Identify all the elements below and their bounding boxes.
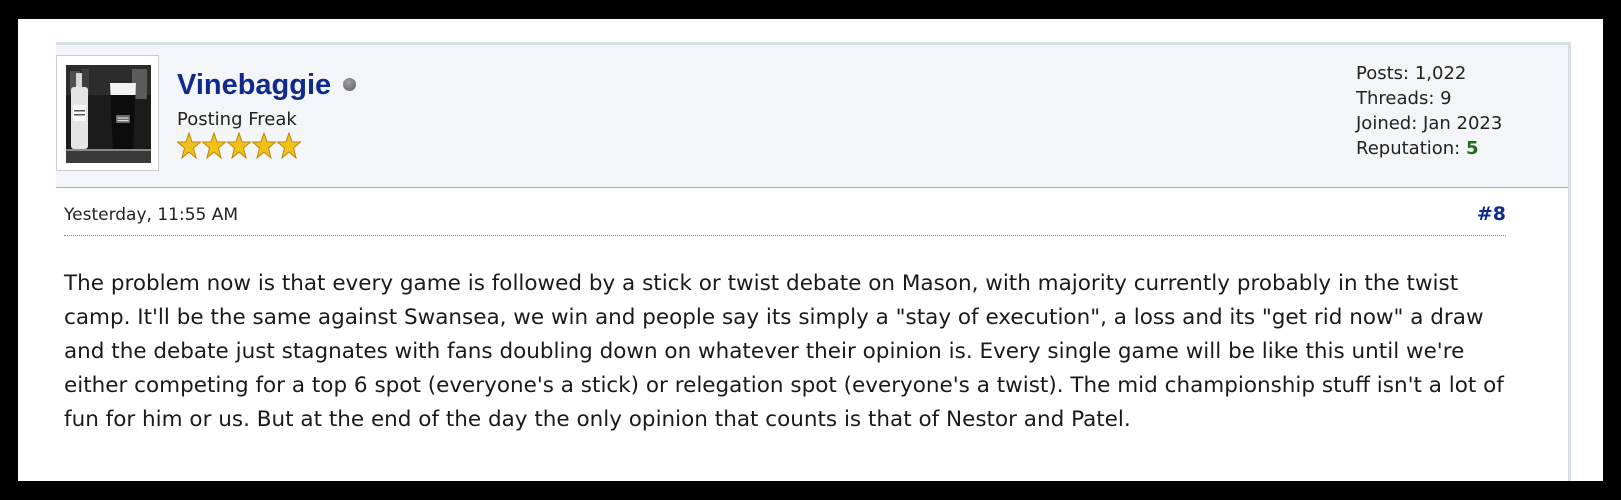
post-author-bar: Vinebaggie Posting Freak Posts: 1,022 Th… — [56, 45, 1568, 188]
author-stats: Posts: 1,022 Threads: 9 Joined: Jan 2023… — [1356, 61, 1502, 161]
user-title: Posting Freak — [177, 109, 297, 130]
star-icon — [177, 132, 201, 160]
stat-threads: Threads: 9 — [1356, 86, 1502, 111]
avatar-frame[interactable] — [56, 55, 159, 171]
user-rank-stars — [177, 132, 301, 162]
stat-posts-value: 1,022 — [1414, 63, 1467, 84]
offline-status-icon — [343, 78, 356, 91]
post-number-link[interactable]: #8 — [1477, 203, 1506, 225]
star-icon — [252, 132, 276, 160]
star-icon — [277, 132, 301, 160]
stat-reputation-label: Reputation: — [1356, 138, 1461, 159]
screenshot-frame: Vinebaggie Posting Freak Posts: 1,022 Th… — [18, 19, 1603, 481]
post-meta-row: Yesterday, 11:55 AM #8 — [64, 203, 1506, 236]
stat-posts-label: Posts: — [1356, 63, 1410, 84]
stat-joined-label: Joined: — [1356, 113, 1418, 134]
stat-reputation: Reputation: 5 — [1356, 136, 1502, 161]
post-date: Yesterday, 11:55 AM — [64, 205, 239, 225]
reputation-value-link[interactable]: 5 — [1466, 138, 1479, 159]
username-link[interactable]: Vinebaggie — [177, 69, 331, 102]
stat-joined-value: Jan 2023 — [1423, 113, 1503, 134]
post-body: The problem now is that every game is fo… — [64, 271, 1504, 432]
star-icon — [227, 132, 251, 160]
star-icon — [202, 132, 226, 160]
avatar[interactable] — [66, 65, 151, 163]
stat-threads-label: Threads: — [1356, 88, 1435, 109]
forum-post: Vinebaggie Posting Freak Posts: 1,022 Th… — [56, 42, 1571, 481]
stat-posts: Posts: 1,022 — [1356, 61, 1502, 86]
stat-threads-value: 9 — [1440, 88, 1452, 109]
stat-joined: Joined: Jan 2023 — [1356, 111, 1502, 136]
